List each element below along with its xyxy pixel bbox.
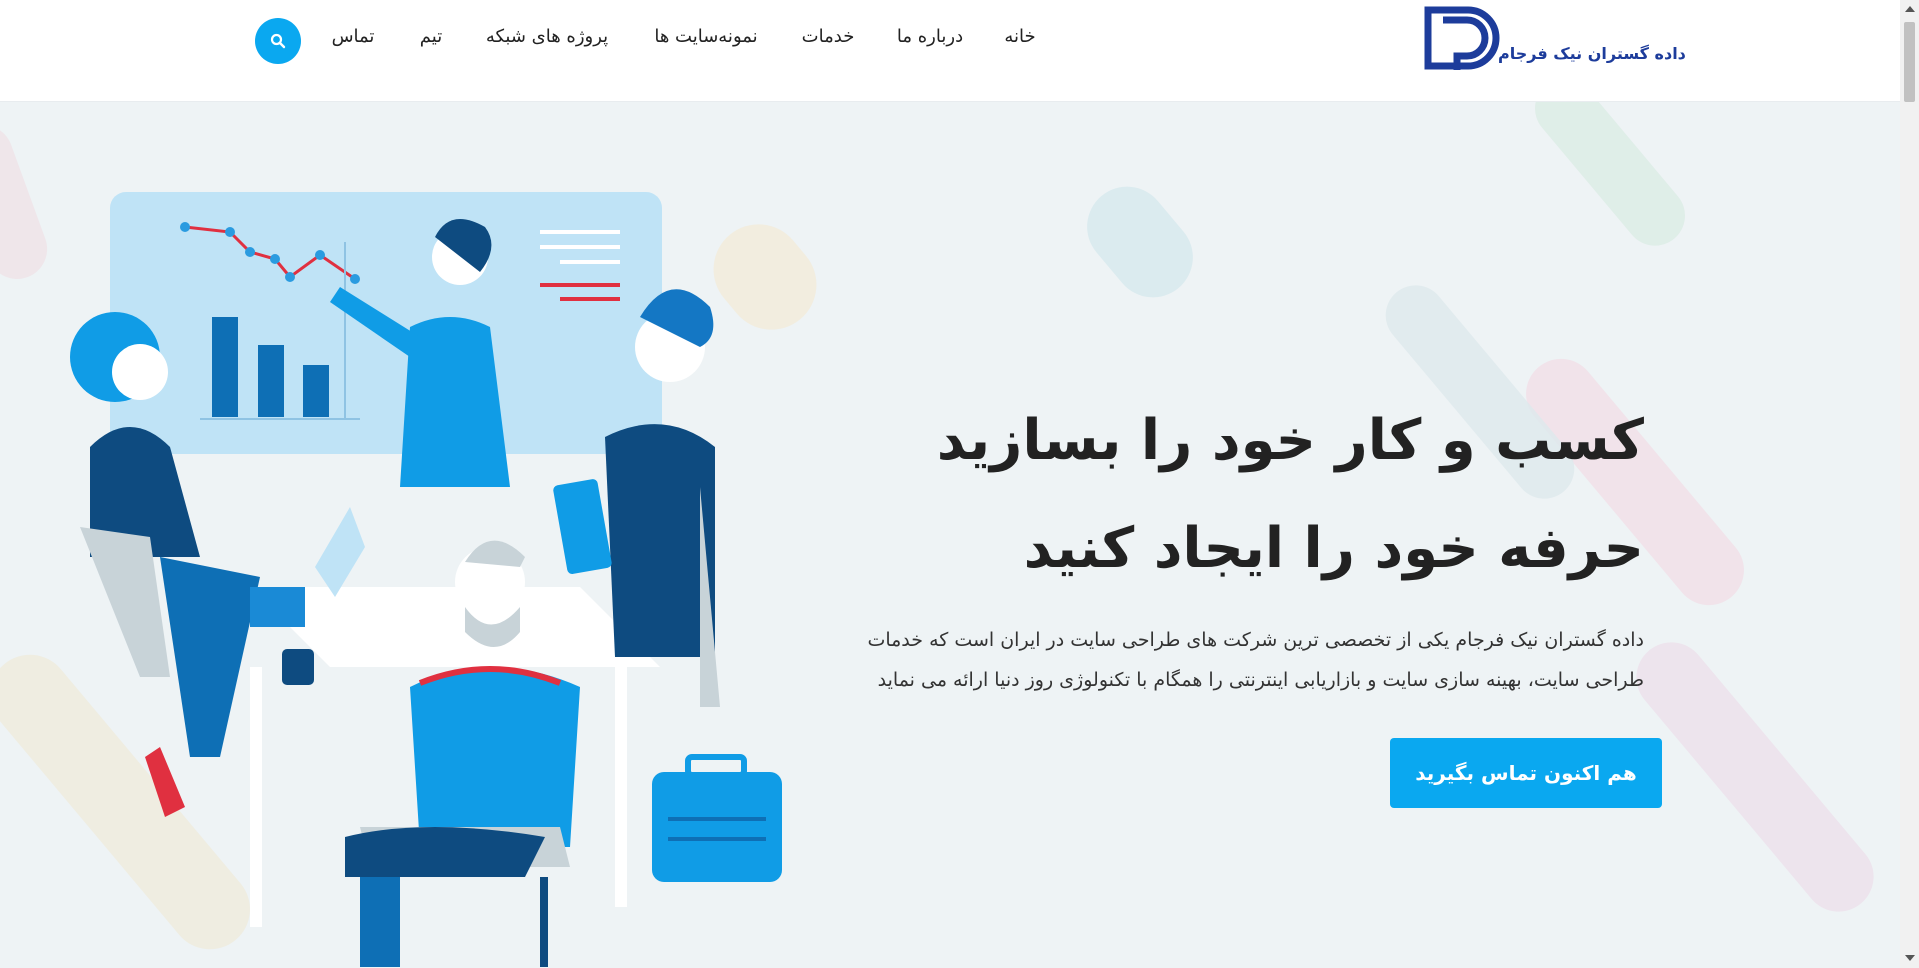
bg-pill [1070,170,1210,314]
logo-text: داده گستران نیک فرجام [1498,44,1686,63]
hero-title-line-2: حرفه خود را ایجاد کنید [1023,516,1644,581]
nav-item-about[interactable]: درباره ما [897,26,963,47]
nav-item-services[interactable]: خدمات [802,26,855,47]
hero-title: کسب و کار خود را بسازید حرفه خود را ایجا… [744,387,1644,603]
scroll-down-arrow-icon[interactable] [1905,955,1915,961]
team-meeting-illustration [70,192,782,967]
bg-pill [0,116,56,288]
hero-description-line-2: طراحی سایت، بهینه سازی سایت و بازاریابی … [877,669,1644,691]
page-scrollbar[interactable] [1900,0,1919,968]
hero-title-line-1: کسب و کار خود را بسازید [936,408,1644,473]
scroll-up-arrow-icon[interactable] [1905,6,1915,12]
nav-item-team[interactable]: تیم [420,26,442,47]
nav-item-portfolio[interactable]: نمونه‌سایت ها [654,26,757,47]
hero-description: داده گستران نیک فرجام یکی از تخصصی ترین … [844,620,1644,700]
bg-pill [1522,102,1698,258]
site-header: داده گستران نیک فرجام خانه درباره ما خدم… [0,0,1900,102]
search-icon [270,33,286,49]
logo-icon[interactable] [1423,6,1663,76]
scroll-thumb[interactable] [1904,22,1915,102]
search-button[interactable] [255,18,301,64]
nav-item-network-projects[interactable]: پروژه های شبکه [486,26,608,47]
contact-now-button[interactable]: هم اکنون تماس بگیرید [1390,738,1662,808]
nav-item-home[interactable]: خانه [1004,26,1035,47]
hero-description-line-1: داده گستران نیک فرجام یکی از تخصصی ترین … [867,629,1644,651]
nav-item-contact[interactable]: تماس [332,26,375,47]
hero-section: کسب و کار خود را بسازید حرفه خود را ایجا… [0,102,1900,968]
